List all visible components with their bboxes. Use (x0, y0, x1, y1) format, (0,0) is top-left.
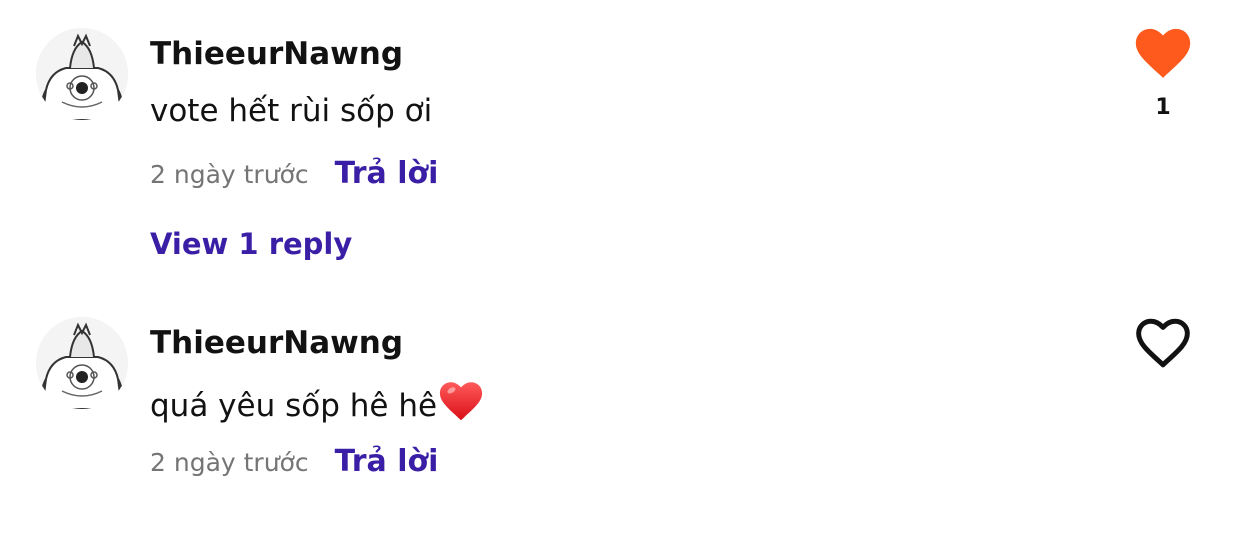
comment-text-row: quá yêu sốp hê hê (150, 380, 483, 432)
comment-timestamp: 2 ngày trước (150, 160, 309, 189)
heart-outline-icon (1136, 318, 1190, 368)
comment-text: quá yêu sốp hê hê (150, 388, 438, 424)
like-button[interactable]: 1 (1130, 27, 1196, 120)
comment-text: vote hết rùi sốp ơi (150, 93, 433, 129)
reply-button[interactable]: Trả lời (335, 444, 439, 479)
avatar[interactable] (36, 28, 128, 120)
comment-timestamp: 2 ngày trước (150, 448, 309, 477)
like-button[interactable] (1130, 317, 1196, 369)
avatar-illustration (36, 28, 128, 120)
comment-meta: 2 ngày trước Trả lời (150, 444, 438, 479)
avatar[interactable] (36, 317, 128, 409)
comment-meta: 2 ngày trước Trả lời (150, 156, 438, 191)
reply-button[interactable]: Trả lời (335, 156, 439, 191)
like-count: 1 (1155, 95, 1171, 120)
comment-username[interactable]: ThieeurNawng (150, 36, 403, 72)
red-heart-emoji-icon (439, 380, 483, 432)
heart-filled-icon (1135, 28, 1191, 78)
view-replies-link[interactable]: View 1 reply (150, 227, 352, 261)
comment-username[interactable]: ThieeurNawng (150, 325, 403, 361)
avatar-illustration (36, 317, 128, 409)
